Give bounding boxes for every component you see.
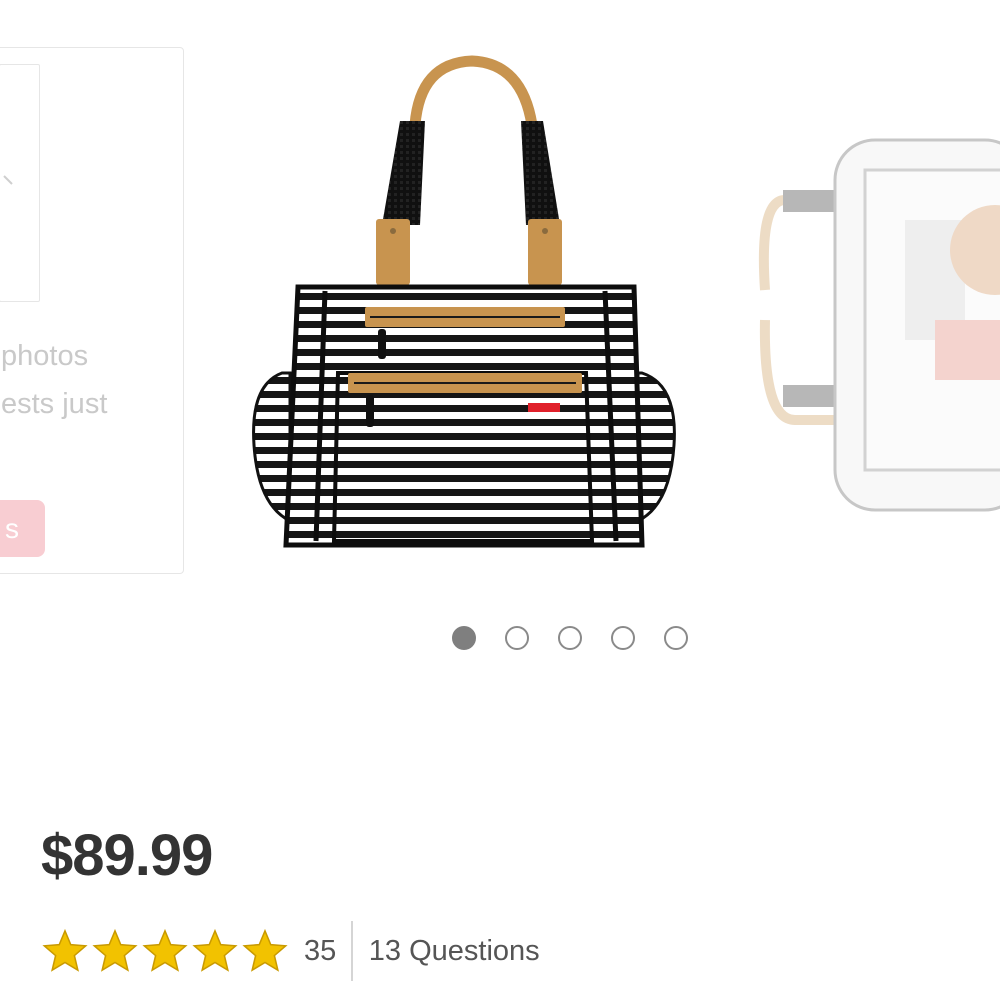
star-icon bbox=[192, 928, 238, 972]
rating-divider bbox=[351, 921, 353, 981]
star-rating[interactable] bbox=[42, 928, 288, 974]
ghost-button[interactable]: s bbox=[0, 500, 45, 557]
questions-link[interactable]: 13 Questions bbox=[369, 935, 540, 968]
carousel-dot-4[interactable] bbox=[611, 626, 635, 650]
ghost-image-placeholder bbox=[0, 64, 40, 302]
star-icon bbox=[92, 928, 138, 972]
carousel-dot-2[interactable] bbox=[505, 626, 529, 650]
ghost-text: photos ests just bbox=[1, 332, 201, 428]
carousel-dot-3[interactable] bbox=[558, 626, 582, 650]
previous-slide-card[interactable]: photos ests just s bbox=[0, 47, 184, 574]
product-price: $89.99 bbox=[41, 823, 213, 888]
next-slide-image[interactable] bbox=[755, 80, 1000, 530]
carousel-dot-1[interactable] bbox=[452, 626, 476, 650]
carousel-dot-5[interactable] bbox=[664, 626, 688, 650]
ghost-text-line2: ests just bbox=[1, 388, 108, 420]
star-icon bbox=[142, 928, 188, 972]
review-count-link[interactable]: 35 bbox=[304, 935, 336, 968]
rating-row: 35 13 Questions bbox=[42, 921, 540, 981]
ghost-button-label: s bbox=[5, 513, 19, 544]
star-icon bbox=[242, 928, 288, 972]
chevron-icon bbox=[3, 175, 13, 185]
carousel-pagination bbox=[452, 626, 688, 650]
ghost-text-line1: photos bbox=[1, 340, 89, 372]
product-image[interactable] bbox=[250, 55, 680, 555]
star-icon bbox=[42, 928, 88, 972]
